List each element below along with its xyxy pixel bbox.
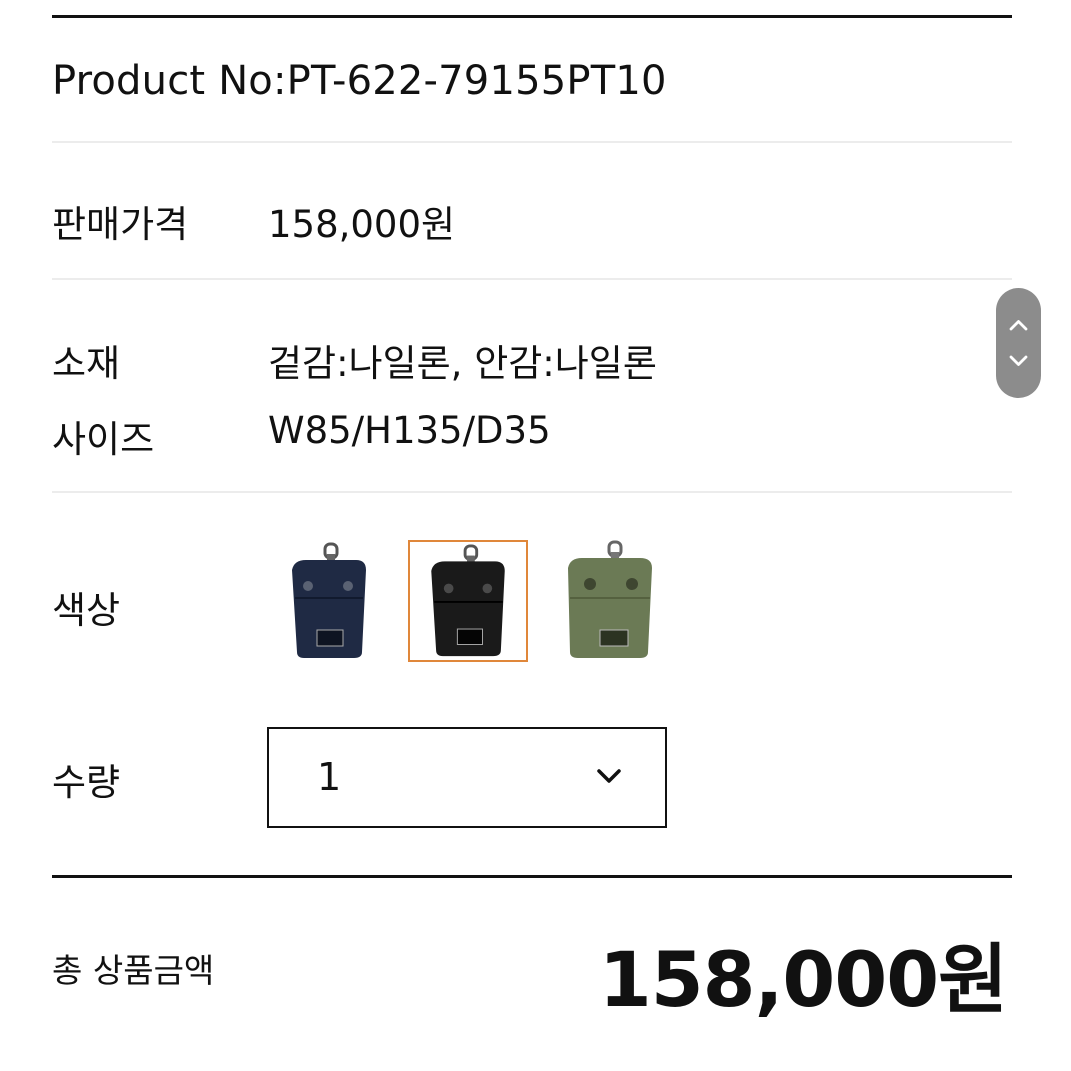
quantity-select[interactable]: 1 bbox=[267, 727, 667, 828]
total-label: 총 상품금액 bbox=[52, 951, 215, 990]
scroll-control[interactable] bbox=[996, 288, 1041, 398]
chevron-down-icon bbox=[597, 769, 621, 783]
product-number: Product No:PT-622-79155PT10 bbox=[52, 58, 667, 104]
material-value: 겉감:나일론, 안감:나일론 bbox=[268, 342, 657, 385]
black-bag-icon bbox=[431, 544, 505, 657]
chevron-up-icon[interactable] bbox=[1008, 318, 1029, 332]
total-price: 158,000원 bbox=[598, 935, 1008, 1024]
material-label: 소재 bbox=[52, 342, 121, 385]
size-label: 사이즈 bbox=[52, 418, 155, 461]
color-label: 색상 bbox=[52, 589, 121, 632]
navy-bag-icon bbox=[292, 542, 366, 658]
bottom-divider bbox=[52, 875, 1012, 878]
divider bbox=[52, 278, 1012, 280]
color-swatch-navy[interactable] bbox=[270, 540, 390, 662]
color-swatch-black[interactable] bbox=[408, 540, 528, 662]
size-value: W85/H135/D35 bbox=[268, 409, 551, 452]
quantity-label: 수량 bbox=[52, 761, 121, 804]
price-label: 판매가격 bbox=[52, 203, 189, 246]
color-swatch-olive[interactable] bbox=[546, 540, 666, 662]
divider bbox=[52, 141, 1012, 143]
top-divider bbox=[52, 15, 1012, 18]
divider bbox=[52, 491, 1012, 493]
price-value: 158,000원 bbox=[268, 203, 456, 246]
olive-bag-icon bbox=[568, 540, 652, 658]
chevron-down-icon[interactable] bbox=[1008, 354, 1029, 368]
quantity-selected-value: 1 bbox=[317, 755, 342, 799]
